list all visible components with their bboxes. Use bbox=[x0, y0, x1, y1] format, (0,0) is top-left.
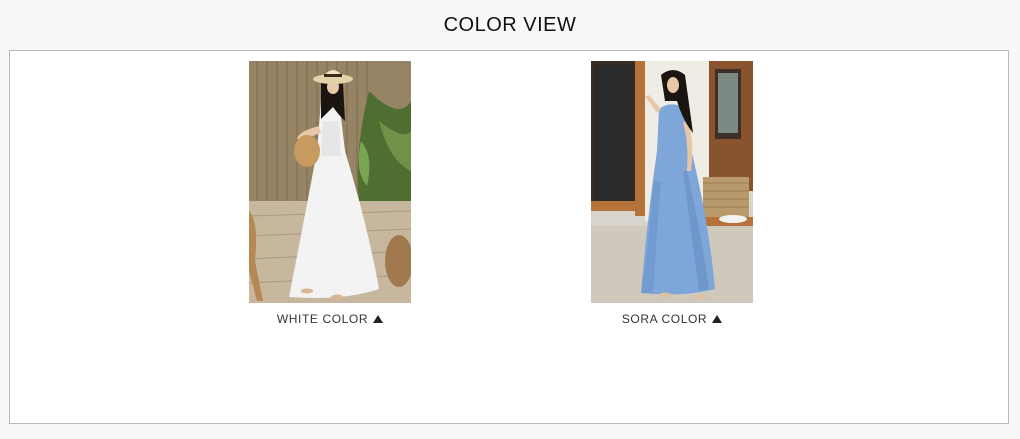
white-color-caption[interactable]: WHITE COLOR bbox=[249, 312, 411, 326]
section-title: COLOR VIEW bbox=[443, 14, 577, 36]
color-card-sora[interactable]: SORA COLOR bbox=[591, 61, 753, 326]
sora-color-caption[interactable]: SORA COLOR bbox=[591, 312, 753, 326]
white-color-label: WHITE COLOR bbox=[276, 312, 369, 326]
color-view-frame bbox=[9, 50, 1009, 424]
color-view-section: COLOR VIEW WHITE COLOR SORA COLOR bbox=[0, 0, 1020, 439]
sora-color-label: SORA COLOR bbox=[621, 312, 708, 326]
white-dress-photo[interactable] bbox=[249, 61, 411, 303]
sora-dress-photo[interactable] bbox=[591, 61, 753, 303]
up-triangle-icon bbox=[373, 315, 384, 323]
up-triangle-icon bbox=[712, 315, 723, 323]
color-card-white[interactable]: WHITE COLOR bbox=[249, 61, 411, 326]
